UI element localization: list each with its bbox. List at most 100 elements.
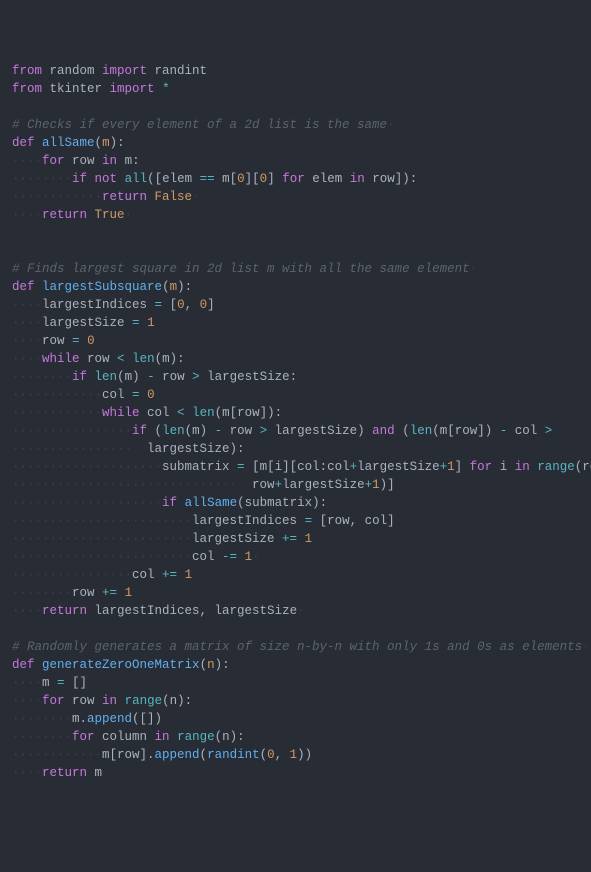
code-token: 0 (267, 748, 275, 762)
code-token: * (162, 82, 170, 96)
code-token: (m[row]): (215, 406, 283, 420)
code-token: range (177, 730, 215, 744)
code-token: ············ (12, 388, 102, 402)
code-line: ····return True· (12, 206, 579, 224)
code-line: ····················if allSame(submatrix… (12, 494, 579, 512)
code-token: largestSize (282, 478, 365, 492)
code-token: m (42, 676, 57, 690)
code-token (185, 406, 193, 420)
code-token: · (252, 550, 260, 564)
code-token (147, 190, 155, 204)
code-token: append (155, 748, 200, 762)
code-token: 0 (147, 388, 155, 402)
code-token: row (65, 694, 103, 708)
code-token: ···················· (12, 496, 162, 510)
code-token: ] (207, 298, 215, 312)
code-token (87, 208, 95, 222)
code-token: ············ (12, 190, 102, 204)
code-token: column (95, 730, 155, 744)
code-token: randint (207, 748, 260, 762)
code-token: = (237, 460, 245, 474)
code-token: in (155, 730, 170, 744)
code-line: ······························ row+large… (12, 476, 579, 494)
code-line: ········for column in range(n): (12, 728, 579, 746)
code-token: ···· (12, 352, 42, 366)
code-token (297, 532, 305, 546)
code-token: ): (177, 280, 192, 294)
code-token: ···· (12, 298, 42, 312)
code-token: def (12, 658, 35, 672)
code-token: all (125, 172, 148, 186)
code-line: def generateZeroOneMatrix(n): (12, 656, 579, 674)
code-line: ····for row in m: (12, 152, 579, 170)
code-token: 1 (305, 532, 313, 546)
code-token: row (72, 586, 102, 600)
code-token: largestSize): (147, 442, 245, 456)
code-token: )] (380, 478, 395, 492)
code-token: if (132, 424, 147, 438)
code-token (35, 136, 43, 150)
code-token: [m[i][col:col (245, 460, 350, 474)
code-token: # Finds largest square in 2d list m with… (12, 262, 470, 276)
code-token: (n): (162, 694, 192, 708)
code-token: ( (200, 658, 208, 672)
code-token: in (350, 172, 365, 186)
code-token: if (162, 496, 177, 510)
code-token (117, 172, 125, 186)
code-token: for (72, 730, 95, 744)
code-token (237, 550, 245, 564)
code-token: largestSize (357, 460, 440, 474)
code-token (125, 352, 133, 366)
code-token: largestIndices (192, 514, 305, 528)
code-token: if (72, 172, 87, 186)
code-token: + (275, 478, 283, 492)
code-token: ][ (245, 172, 260, 186)
code-line: ········row += 1 (12, 584, 579, 602)
code-token: = (132, 316, 140, 330)
code-token: - (215, 424, 223, 438)
code-token: = (132, 388, 140, 402)
code-line: ················ largestSize): (12, 440, 579, 458)
code-token: tkinter (42, 82, 110, 96)
code-token: in (102, 694, 117, 708)
code-token: return (102, 190, 147, 204)
code-token (117, 586, 125, 600)
code-token: 0 (237, 172, 245, 186)
code-token (80, 334, 88, 348)
code-token: row]): (365, 172, 418, 186)
code-token: row (222, 424, 260, 438)
code-token: for (42, 154, 65, 168)
code-token: ···· (12, 334, 42, 348)
code-token: , (185, 298, 200, 312)
code-token: import (102, 64, 147, 78)
code-token: append (87, 712, 132, 726)
code-token: (m[row]) (432, 424, 500, 438)
code-token: ···· (12, 604, 42, 618)
code-token: 1 (447, 460, 455, 474)
code-token (155, 82, 163, 96)
code-editor[interactable]: from random import randintfrom tkinter i… (12, 62, 579, 782)
code-token: ···················· (12, 460, 162, 474)
code-token: ········ (12, 730, 72, 744)
code-token: + (440, 460, 448, 474)
code-token: ] (267, 172, 282, 186)
code-token: largestSize: (200, 370, 298, 384)
code-token: allSame (185, 496, 238, 510)
code-token: # Checks if every element of a 2d list i… (12, 118, 387, 132)
code-line: # Randomly generates a matrix of size n-… (12, 638, 579, 656)
code-token (117, 694, 125, 708)
code-token: row (155, 370, 193, 384)
code-line: ························largestIndices =… (12, 512, 579, 530)
code-token: if (72, 370, 87, 384)
code-token: + (350, 460, 358, 474)
code-token: > (260, 424, 268, 438)
code-token: ( (260, 748, 268, 762)
code-token: ················ (12, 442, 147, 456)
code-token: ················ (12, 424, 132, 438)
code-token: ········ (12, 712, 72, 726)
code-token: col (192, 550, 222, 564)
code-token: · (582, 640, 590, 654)
code-token: = (305, 514, 313, 528)
code-line (12, 242, 579, 260)
code-token (177, 568, 185, 582)
